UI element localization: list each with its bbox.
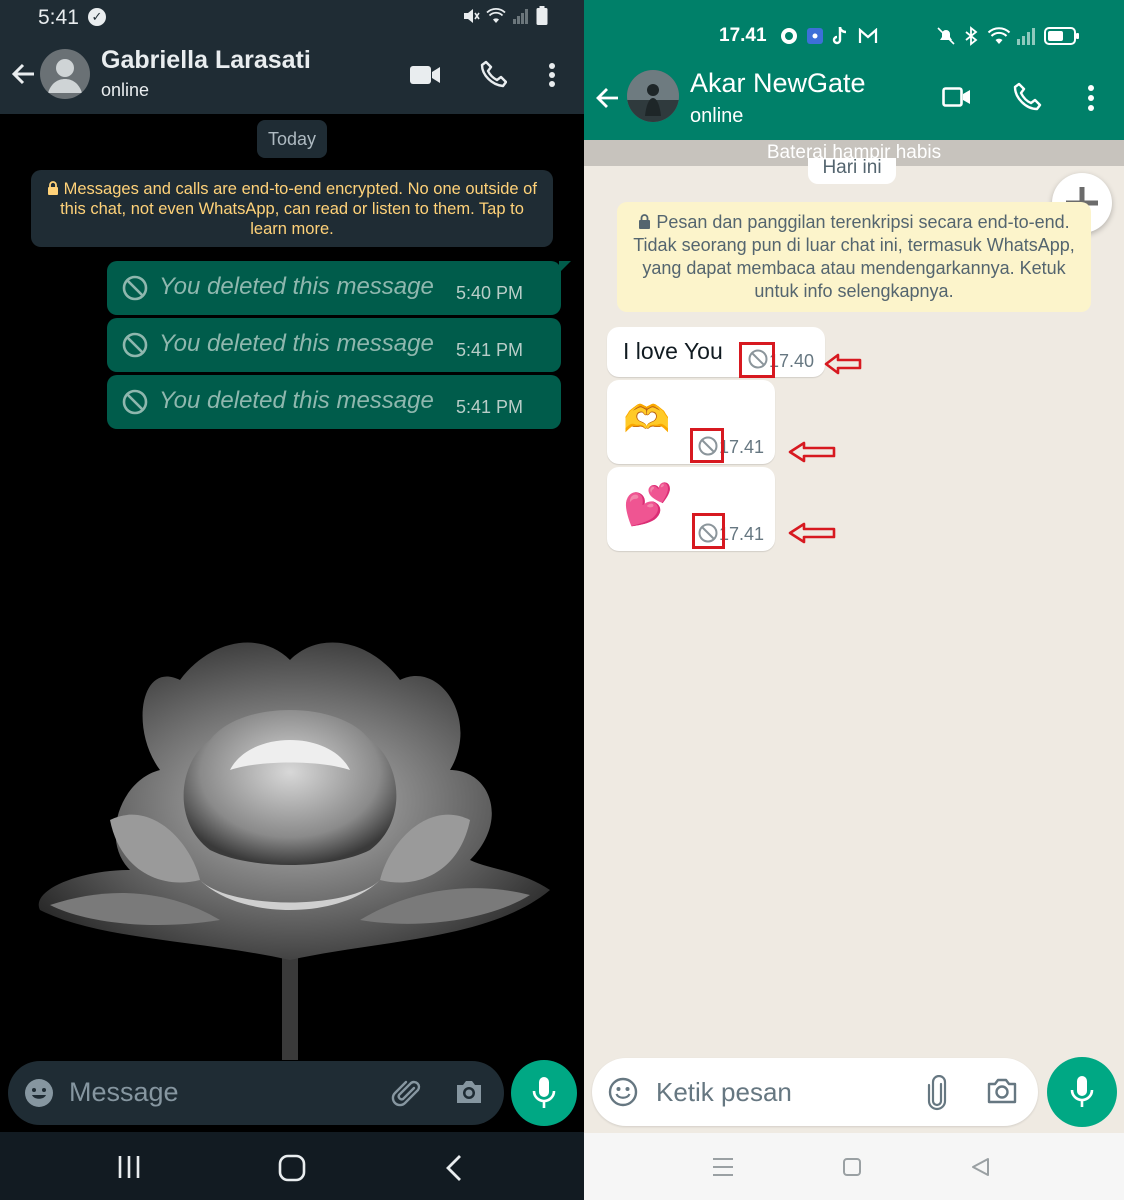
mute-bell-icon <box>937 27 955 45</box>
message-bubble-outgoing[interactable]: You deleted this message 5:41 PM <box>107 375 561 429</box>
highlight-box <box>739 342 775 378</box>
left-arrow-annotation-icon <box>788 522 836 544</box>
profile-photo <box>627 70 679 122</box>
deleted-message-icon <box>122 332 148 358</box>
bubble-tail <box>559 261 571 273</box>
voice-message-button[interactable] <box>1047 1057 1117 1127</box>
back-nav-icon[interactable] <box>444 1154 464 1182</box>
message-emoji: 🫶 <box>623 399 671 441</box>
message-input[interactable]: Ketik pesan <box>656 1077 792 1108</box>
message-bubble-outgoing[interactable]: You deleted this message 5:41 PM <box>107 318 561 372</box>
deleted-message-icon <box>122 275 148 301</box>
mute-icon <box>464 9 480 23</box>
emoji-icon[interactable] <box>24 1078 54 1108</box>
more-options-icon[interactable] <box>1085 84 1097 112</box>
bluetooth-icon <box>965 26 978 46</box>
microphone-icon <box>532 1077 556 1108</box>
message-time: 17.41 <box>719 437 765 457</box>
message-time: 17.40 <box>769 351 815 371</box>
voice-call-icon[interactable] <box>1012 82 1042 112</box>
radio-app-icon <box>807 28 823 44</box>
right-phone-screenshot: 17.41 Akar NewGate online Baterai hampir… <box>584 0 1124 1200</box>
encryption-notice-text: Messages and calls are end-to-end encryp… <box>60 180 537 238</box>
voice-message-button[interactable] <box>511 1060 577 1126</box>
message-text: I love You <box>623 338 723 364</box>
encryption-notice[interactable]: Pesan dan panggilan terenkripsi secara e… <box>617 202 1091 312</box>
emoji-icon[interactable] <box>608 1077 638 1107</box>
deleted-message-icon <box>122 389 148 415</box>
deleted-message-text: You deleted this message <box>159 330 434 357</box>
status-icons <box>462 6 548 26</box>
highlight-box <box>690 428 724 463</box>
status-time: 5:41 <box>38 6 79 29</box>
lock-icon <box>639 214 651 229</box>
wifi-icon <box>987 27 1011 44</box>
encryption-notice[interactable]: Messages and calls are end-to-end encryp… <box>31 170 553 247</box>
chat-header: Gabriella Larasati online <box>0 36 584 114</box>
deleted-message-text: You deleted this message <box>159 387 434 414</box>
back-nav-icon[interactable] <box>970 1157 990 1177</box>
message-composer[interactable]: Message <box>8 1061 504 1125</box>
deleted-message-text: You deleted this message <box>159 273 434 300</box>
message-bubble-outgoing[interactable]: You deleted this message 5:40 PM <box>107 261 571 315</box>
back-arrow-icon[interactable] <box>594 84 622 112</box>
avatar[interactable] <box>40 49 90 99</box>
app-notification-icon <box>781 28 797 44</box>
home-icon[interactable] <box>842 1157 862 1177</box>
system-navigation-bar <box>0 1132 584 1200</box>
contact-status: online <box>690 105 744 127</box>
microphone-icon <box>1070 1076 1094 1107</box>
more-options-icon[interactable] <box>546 62 558 88</box>
message-time: 5:40 PM <box>455 283 523 303</box>
message-time: 5:41 PM <box>455 340 523 360</box>
attach-icon[interactable] <box>390 1076 424 1110</box>
date-divider: Today <box>257 120 327 158</box>
message-time: 5:41 PM <box>455 397 523 417</box>
contact-status: online <box>101 80 150 100</box>
encryption-notice-text: Pesan dan panggilan terenkripsi secara e… <box>633 212 1075 301</box>
message-bubble-incoming[interactable]: I love You 17.40 <box>607 327 825 377</box>
signal-icon <box>1017 28 1035 45</box>
flower-wallpaper-image <box>38 642 551 1060</box>
video-call-icon[interactable] <box>942 86 972 108</box>
voice-call-icon[interactable] <box>479 60 507 88</box>
home-icon[interactable] <box>278 1154 306 1182</box>
default-avatar-icon <box>48 59 82 93</box>
menu-lines-icon[interactable] <box>712 1157 734 1177</box>
message-bubble-incoming[interactable]: 💕 17.41 <box>607 467 775 551</box>
left-arrow-annotation-icon <box>824 353 862 375</box>
date-divider: Hari ini <box>808 158 896 184</box>
left-phone-screenshot: 5:41 ✓ Gabriella Larasati online Today M… <box>0 0 584 1200</box>
wifi-icon <box>486 8 506 23</box>
chat-header: Akar NewGate online <box>584 66 1124 140</box>
contact-name[interactable]: Akar NewGate <box>690 68 866 99</box>
message-composer[interactable]: Ketik pesan <box>592 1058 1038 1126</box>
lock-icon <box>48 181 59 195</box>
check-circle-icon: ✓ <box>88 8 106 26</box>
status-bar: 5:41 ✓ <box>0 0 584 36</box>
message-input[interactable]: Message <box>69 1077 179 1108</box>
camera-icon[interactable] <box>454 1079 484 1105</box>
tiktok-icon <box>832 26 847 45</box>
status-time: 17.41 <box>719 25 767 46</box>
gmail-icon <box>858 28 878 43</box>
camera-icon[interactable] <box>986 1077 1018 1105</box>
battery-icon <box>1044 27 1079 45</box>
back-arrow-icon[interactable] <box>10 60 38 88</box>
status-bar: 17.41 <box>584 0 1124 66</box>
avatar[interactable] <box>627 70 679 122</box>
left-arrow-annotation-icon <box>788 441 836 463</box>
system-navigation-bar <box>584 1133 1124 1200</box>
highlight-box <box>692 513 725 549</box>
message-emoji: 💕 <box>623 483 673 527</box>
contact-name[interactable]: Gabriella Larasati <box>101 46 311 75</box>
recent-apps-icon[interactable] <box>116 1154 142 1180</box>
attach-icon[interactable] <box>926 1075 948 1111</box>
battery-icon <box>536 6 548 25</box>
message-time: 17.41 <box>719 524 765 544</box>
signal-icon <box>513 9 528 24</box>
video-call-icon[interactable] <box>409 64 441 86</box>
